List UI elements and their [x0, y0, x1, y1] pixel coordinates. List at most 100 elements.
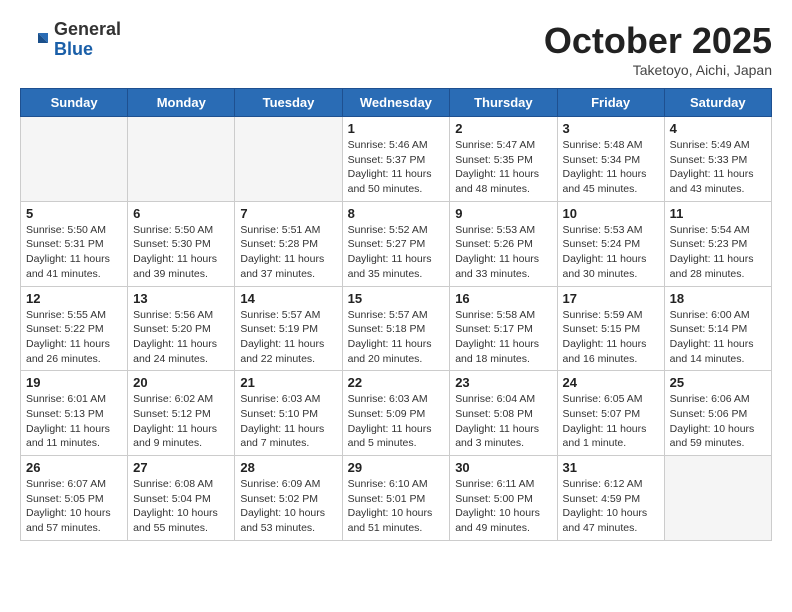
day-number: 7	[240, 206, 336, 221]
day-info: Sunrise: 5:52 AM Sunset: 5:27 PM Dayligh…	[348, 223, 445, 282]
day-info: Sunrise: 5:55 AM Sunset: 5:22 PM Dayligh…	[26, 308, 122, 367]
day-info: Sunrise: 5:57 AM Sunset: 5:19 PM Dayligh…	[240, 308, 336, 367]
day-number: 23	[455, 375, 551, 390]
day-info: Sunrise: 5:57 AM Sunset: 5:18 PM Dayligh…	[348, 308, 445, 367]
day-info: Sunrise: 5:56 AM Sunset: 5:20 PM Dayligh…	[133, 308, 229, 367]
weekday-header-friday: Friday	[557, 89, 664, 117]
weekday-header-saturday: Saturday	[664, 89, 771, 117]
logo-icon	[20, 25, 50, 55]
day-info: Sunrise: 5:50 AM Sunset: 5:30 PM Dayligh…	[133, 223, 229, 282]
week-row-4: 19 Sunrise: 6:01 AM Sunset: 5:13 PM Dayli…	[21, 371, 772, 456]
weekday-header-sunday: Sunday	[21, 89, 128, 117]
day-cell-3: 3 Sunrise: 5:48 AM Sunset: 5:34 PM Daylig…	[557, 117, 664, 202]
day-number: 13	[133, 291, 229, 306]
day-info: Sunrise: 6:05 AM Sunset: 5:07 PM Dayligh…	[563, 392, 659, 451]
day-info: Sunrise: 5:48 AM Sunset: 5:34 PM Dayligh…	[563, 138, 659, 197]
day-cell-10: 10Sunrise: 5:53 AM Sunset: 5:24 PM Dayli…	[557, 201, 664, 286]
day-cell-23: 23Sunrise: 6:04 AM Sunset: 5:08 PM Dayli…	[450, 371, 557, 456]
day-cell-29: 29 Sunrise: 6:10 AM Sunset: 5:01 PM Dayli…	[342, 456, 450, 541]
day-cell-28: 28Sunrise: 6:09 AM Sunset: 5:02 PM Dayli…	[235, 456, 342, 541]
day-cell-17: 17Sunrise: 5:59 AM Sunset: 5:15 PM Dayli…	[557, 286, 664, 371]
day-number: 14	[240, 291, 336, 306]
weekday-header-wednesday: Wednesday	[342, 89, 450, 117]
day-info: Sunrise: 5:54 AM Sunset: 5:23 PM Dayligh…	[670, 223, 766, 282]
week-row-2: 5 Sunrise: 5:50 AM Sunset: 5:31 PM Daylig…	[21, 201, 772, 286]
day-cell-5: 5 Sunrise: 5:50 AM Sunset: 5:31 PM Daylig…	[21, 201, 128, 286]
title-area: October 2025 Taketoyo, Aichi, Japan	[544, 20, 772, 78]
empty-cell	[21, 117, 128, 202]
day-cell-15: 15 Sunrise: 5:57 AM Sunset: 5:18 PM Dayli…	[342, 286, 450, 371]
day-cell-13: 13 Sunrise: 5:56 AM Sunset: 5:20 PM Dayli…	[128, 286, 235, 371]
day-number: 25	[670, 375, 766, 390]
day-cell-27: 27 Sunrise: 6:08 AM Sunset: 5:04 PM Dayli…	[128, 456, 235, 541]
day-info: Sunrise: 6:12 AM Sunset: 4:59 PM Dayligh…	[563, 477, 659, 536]
day-info: Sunrise: 5:49 AM Sunset: 5:33 PM Dayligh…	[670, 138, 766, 197]
day-info: Sunrise: 5:53 AM Sunset: 5:26 PM Dayligh…	[455, 223, 551, 282]
day-info: Sunrise: 5:50 AM Sunset: 5:31 PM Dayligh…	[26, 223, 122, 282]
day-cell-4: 4 Sunrise: 5:49 AM Sunset: 5:33 PM Daylig…	[664, 117, 771, 202]
logo-text: General Blue	[54, 20, 121, 60]
location: Taketoyo, Aichi, Japan	[544, 62, 772, 78]
day-number: 18	[670, 291, 766, 306]
day-cell-11: 11 Sunrise: 5:54 AM Sunset: 5:23 PM Dayli…	[664, 201, 771, 286]
day-cell-9: 9Sunrise: 5:53 AM Sunset: 5:26 PM Daylig…	[450, 201, 557, 286]
day-cell-16: 16 Sunrise: 5:58 AM Sunset: 5:17 PM Dayli…	[450, 286, 557, 371]
day-number: 10	[563, 206, 659, 221]
logo-general: General	[54, 20, 121, 40]
day-number: 8	[348, 206, 445, 221]
day-info: Sunrise: 5:46 AM Sunset: 5:37 PM Dayligh…	[348, 138, 445, 197]
day-number: 31	[563, 460, 659, 475]
day-cell-20: 20Sunrise: 6:02 AM Sunset: 5:12 PM Dayli…	[128, 371, 235, 456]
day-info: Sunrise: 6:01 AM Sunset: 5:13 PM Dayligh…	[26, 392, 122, 451]
day-cell-24: 24 Sunrise: 6:05 AM Sunset: 5:07 PM Dayli…	[557, 371, 664, 456]
day-cell-31: 31 Sunrise: 6:12 AM Sunset: 4:59 PM Dayli…	[557, 456, 664, 541]
day-cell-21: 21Sunrise: 6:03 AM Sunset: 5:10 PM Dayli…	[235, 371, 342, 456]
week-row-3: 12 Sunrise: 5:55 AM Sunset: 5:22 PM Dayli…	[21, 286, 772, 371]
day-number: 24	[563, 375, 659, 390]
day-cell-30: 30Sunrise: 6:11 AM Sunset: 5:00 PM Dayli…	[450, 456, 557, 541]
day-number: 4	[670, 121, 766, 136]
day-number: 15	[348, 291, 445, 306]
empty-cell	[128, 117, 235, 202]
day-cell-19: 19 Sunrise: 6:01 AM Sunset: 5:13 PM Dayli…	[21, 371, 128, 456]
day-number: 3	[563, 121, 659, 136]
day-info: Sunrise: 5:47 AM Sunset: 5:35 PM Dayligh…	[455, 138, 551, 197]
day-cell-8: 8 Sunrise: 5:52 AM Sunset: 5:27 PM Daylig…	[342, 201, 450, 286]
day-cell-1: 1 Sunrise: 5:46 AM Sunset: 5:37 PM Daylig…	[342, 117, 450, 202]
day-number: 22	[348, 375, 445, 390]
day-cell-25: 25 Sunrise: 6:06 AM Sunset: 5:06 PM Dayli…	[664, 371, 771, 456]
day-number: 12	[26, 291, 122, 306]
day-number: 29	[348, 460, 445, 475]
day-number: 19	[26, 375, 122, 390]
day-info: Sunrise: 5:58 AM Sunset: 5:17 PM Dayligh…	[455, 308, 551, 367]
day-number: 27	[133, 460, 229, 475]
day-number: 11	[670, 206, 766, 221]
empty-cell	[664, 456, 771, 541]
day-number: 16	[455, 291, 551, 306]
day-info: Sunrise: 6:06 AM Sunset: 5:06 PM Dayligh…	[670, 392, 766, 451]
day-info: Sunrise: 6:03 AM Sunset: 5:10 PM Dayligh…	[240, 392, 336, 451]
day-info: Sunrise: 6:08 AM Sunset: 5:04 PM Dayligh…	[133, 477, 229, 536]
day-info: Sunrise: 6:10 AM Sunset: 5:01 PM Dayligh…	[348, 477, 445, 536]
day-info: Sunrise: 6:09 AM Sunset: 5:02 PM Dayligh…	[240, 477, 336, 536]
day-number: 5	[26, 206, 122, 221]
day-number: 30	[455, 460, 551, 475]
day-info: Sunrise: 6:03 AM Sunset: 5:09 PM Dayligh…	[348, 392, 445, 451]
month-title: October 2025	[544, 20, 772, 62]
day-cell-18: 18 Sunrise: 6:00 AM Sunset: 5:14 PM Dayli…	[664, 286, 771, 371]
weekday-header-monday: Monday	[128, 89, 235, 117]
day-info: Sunrise: 6:07 AM Sunset: 5:05 PM Dayligh…	[26, 477, 122, 536]
page-header: General Blue October 2025 Taketoyo, Aich…	[20, 20, 772, 78]
day-number: 1	[348, 121, 445, 136]
day-cell-14: 14 Sunrise: 5:57 AM Sunset: 5:19 PM Dayli…	[235, 286, 342, 371]
day-number: 2	[455, 121, 551, 136]
day-cell-6: 6Sunrise: 5:50 AM Sunset: 5:30 PM Daylig…	[128, 201, 235, 286]
day-info: Sunrise: 5:59 AM Sunset: 5:15 PM Dayligh…	[563, 308, 659, 367]
weekday-header-row: SundayMondayTuesdayWednesdayThursdayFrid…	[21, 89, 772, 117]
logo-blue: Blue	[54, 40, 121, 60]
day-info: Sunrise: 6:00 AM Sunset: 5:14 PM Dayligh…	[670, 308, 766, 367]
day-cell-2: 2 Sunrise: 5:47 AM Sunset: 5:35 PM Daylig…	[450, 117, 557, 202]
empty-cell	[235, 117, 342, 202]
calendar: SundayMondayTuesdayWednesdayThursdayFrid…	[20, 88, 772, 541]
logo: General Blue	[20, 20, 121, 60]
